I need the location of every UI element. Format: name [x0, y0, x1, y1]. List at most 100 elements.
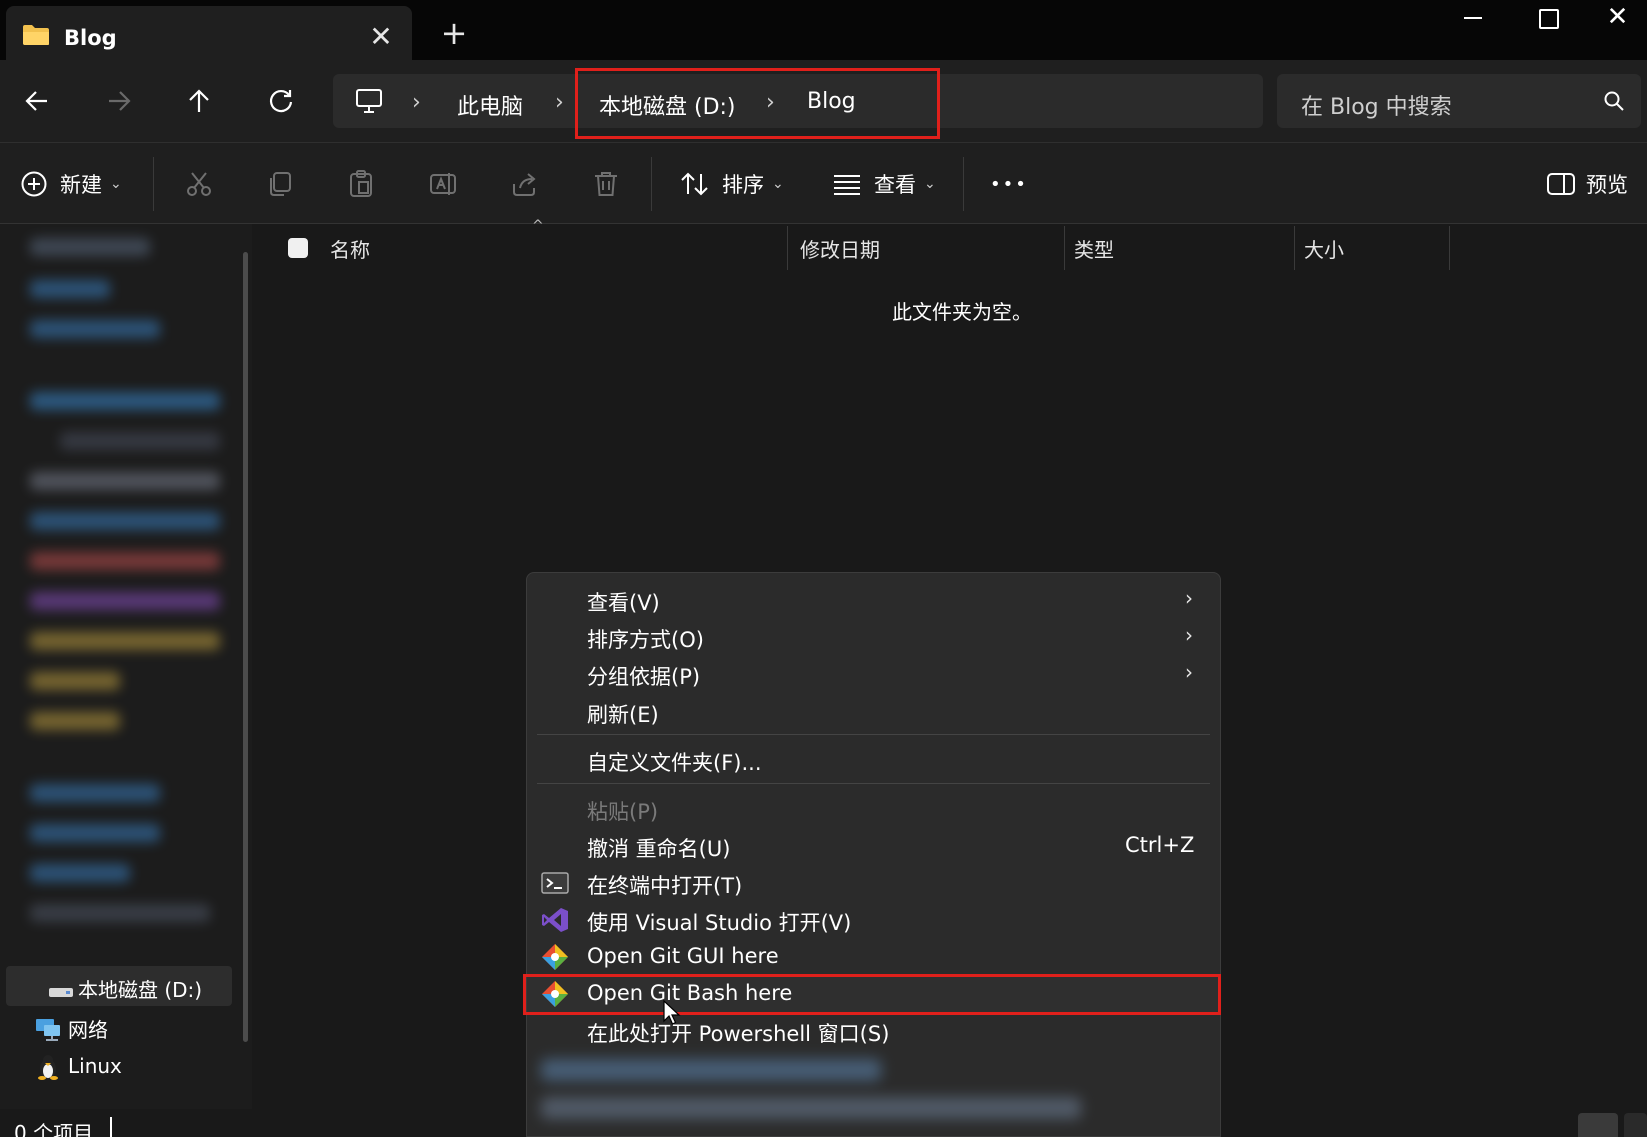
shortcut-label: Ctrl+Z — [1125, 833, 1195, 857]
delete-icon[interactable] — [592, 170, 620, 198]
sidebar-item-label: 本地磁盘 (D:) — [78, 978, 203, 1002]
column-divider[interactable] — [1294, 226, 1295, 270]
column-divider[interactable] — [1449, 226, 1450, 270]
preview-pane-icon — [1547, 173, 1575, 195]
sidebar-item-local-disk-d-row[interactable]: 本地磁盘 (D:) — [48, 974, 202, 1003]
empty-folder-message: 此文件夹为空。 — [892, 300, 1032, 324]
blurred-sidebar-item[interactable] — [30, 824, 160, 842]
menu-item-undo-rename[interactable]: 撤消 重命名(U) Ctrl+Z — [527, 827, 1220, 864]
column-header-type[interactable]: 类型 — [1074, 234, 1114, 263]
maximize-button[interactable] — [1512, 0, 1582, 44]
sort-button-label: 排序 — [722, 173, 764, 197]
back-button[interactable] — [10, 74, 64, 128]
blurred-menu-item[interactable] — [541, 1097, 1081, 1119]
new-tab-button[interactable]: + — [434, 14, 474, 54]
toolbar-divider — [153, 157, 154, 211]
search-box[interactable]: 在 Blog 中搜索 — [1277, 74, 1641, 128]
menu-item-open-visual-studio[interactable]: 使用 Visual Studio 打开(V) — [527, 901, 1220, 938]
blurred-sidebar-item[interactable] — [30, 672, 120, 690]
blurred-sidebar-item[interactable] — [30, 512, 220, 530]
drive-icon — [48, 981, 74, 997]
network-icon — [34, 1017, 62, 1041]
copy-icon[interactable] — [266, 170, 294, 198]
menu-item-refresh[interactable]: 刷新(E) — [527, 693, 1220, 730]
blurred-sidebar-item[interactable] — [30, 864, 130, 882]
view-button-label: 查看 — [874, 173, 916, 197]
forward-button[interactable] — [92, 74, 146, 128]
blurred-sidebar-item[interactable] — [30, 472, 220, 490]
arrow-left-icon — [25, 91, 47, 111]
command-bar: 新建 ⌄ 排序 ⌄ 查看 ⌄ ••• 预览 — [0, 142, 1647, 224]
select-all-checkbox[interactable] — [288, 238, 308, 258]
column-header-name[interactable]: 名称 — [330, 234, 370, 263]
preview-label: 预览 — [1586, 173, 1628, 197]
chevron-right-icon: › — [1185, 586, 1193, 610]
menu-item-open-git-gui[interactable]: Open Git GUI here — [527, 938, 1220, 975]
minimize-button[interactable] — [1436, 0, 1506, 44]
sidebar-item-linux[interactable]: Linux — [34, 1054, 122, 1080]
chevron-right-icon: › — [1185, 623, 1193, 647]
blurred-sidebar-item[interactable] — [30, 238, 150, 256]
blurred-sidebar-item[interactable] — [30, 904, 210, 922]
refresh-button[interactable] — [254, 74, 308, 128]
preview-pane-button[interactable]: 预览 — [1546, 167, 1628, 201]
sort-icon — [681, 172, 708, 196]
blurred-sidebar-item[interactable] — [30, 712, 120, 730]
menu-separator — [537, 783, 1210, 784]
chevron-right-icon: › — [1185, 660, 1193, 684]
sidebar-item-network[interactable]: 网络 — [34, 1014, 108, 1043]
address-highlight-box — [575, 68, 940, 139]
column-header-size[interactable]: 大小 — [1304, 234, 1344, 263]
column-divider[interactable] — [1064, 226, 1065, 270]
menu-item-open-in-terminal[interactable]: 在终端中打开(T) — [527, 864, 1220, 901]
menu-item-customize-folder[interactable]: 自定义文件夹(F)... — [527, 741, 1220, 778]
sidebar-item-label: 网络 — [68, 1018, 108, 1042]
sort-button[interactable]: 排序 ⌄ — [680, 167, 784, 201]
details-view-button[interactable] — [1578, 1113, 1618, 1137]
cut-icon[interactable] — [185, 170, 213, 198]
blurred-sidebar-item[interactable] — [30, 280, 110, 298]
paste-icon[interactable] — [347, 170, 375, 198]
blurred-sidebar-item[interactable] — [30, 392, 220, 410]
item-count: 0 个项目 — [14, 1121, 94, 1137]
menu-item-sort-by[interactable]: 排序方式(O) › — [527, 618, 1220, 655]
search-input[interactable]: 在 Blog 中搜索 — [1301, 89, 1452, 121]
column-header-modified[interactable]: 修改日期 — [800, 234, 880, 263]
navigation-pane: 本地磁盘 (D:) 网络 Linux — [0, 224, 252, 1109]
share-icon[interactable] — [510, 170, 538, 198]
blurred-sidebar-item[interactable] — [30, 320, 160, 338]
tab-close-icon[interactable]: ✕ — [364, 20, 398, 54]
breadcrumb-separator: › — [412, 90, 421, 115]
status-divider — [110, 1117, 112, 1137]
menu-separator — [537, 734, 1210, 735]
blurred-menu-item[interactable] — [541, 1059, 881, 1081]
menu-item-view[interactable]: 查看(V) › — [527, 581, 1220, 618]
menu-item-group-by[interactable]: 分组依据(P) › — [527, 655, 1220, 692]
close-window-button[interactable]: ✕ — [1588, 0, 1647, 44]
new-button[interactable]: 新建 ⌄ — [20, 167, 122, 201]
tiles-view-button[interactable] — [1624, 1113, 1647, 1137]
more-options-button[interactable]: ••• — [990, 167, 1028, 201]
folder-icon — [23, 25, 49, 45]
blurred-sidebar-item[interactable] — [60, 432, 220, 450]
rename-icon[interactable] — [429, 170, 457, 198]
linux-penguin-icon — [34, 1054, 62, 1080]
blurred-sidebar-item[interactable] — [30, 552, 220, 570]
sidebar-scrollbar[interactable] — [243, 252, 248, 1042]
blurred-sidebar-item[interactable] — [30, 784, 160, 802]
column-divider[interactable] — [787, 226, 788, 270]
blurred-sidebar-item[interactable] — [30, 632, 220, 650]
sidebar-item-label: Linux — [68, 1054, 122, 1078]
menu-item-open-powershell[interactable]: 在此处打开 Powershell 窗口(S) — [527, 1012, 1220, 1049]
tab-blog[interactable]: Blog ✕ — [6, 6, 412, 62]
tab-title: Blog — [64, 26, 117, 50]
search-icon[interactable] — [1603, 90, 1625, 112]
blurred-sidebar-item[interactable] — [30, 592, 220, 610]
sort-indicator-icon: ^ — [532, 218, 544, 234]
breadcrumb-this-pc[interactable]: 此电脑 — [457, 89, 523, 121]
computer-icon — [356, 89, 382, 113]
chevron-down-icon: ⌄ — [924, 176, 936, 192]
up-button[interactable] — [172, 74, 226, 128]
view-button[interactable]: 查看 ⌄ — [832, 167, 936, 201]
visual-studio-icon — [542, 908, 568, 932]
